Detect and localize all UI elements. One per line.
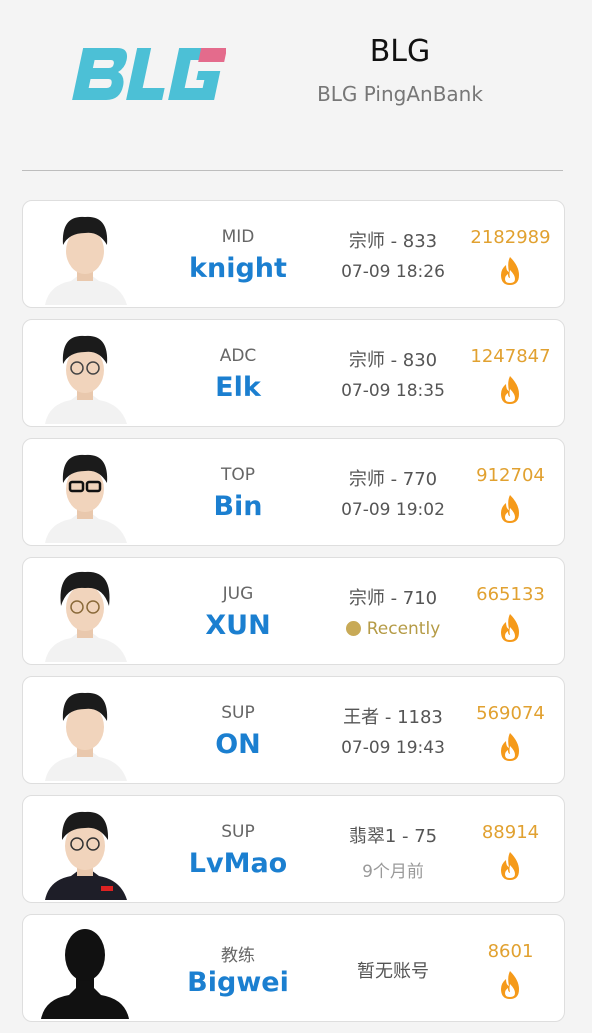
player-rank: 宗师 - 710 [348,588,438,609]
player-name[interactable]: knight [153,253,323,284]
player-avatar [39,562,131,662]
flame-icon [497,256,523,286]
team-logo [66,44,228,104]
flame-icon [497,970,523,1000]
player-role: SUP [221,703,255,723]
player-rank: 宗师 - 770 [348,469,438,490]
last-played-time: 9个月前 [362,862,424,882]
player-avatar-silhouette [39,919,131,1019]
player-avatar [39,800,131,900]
header-divider [22,170,563,171]
status-dot-icon [345,621,361,636]
hot-count: 8601 [487,941,534,962]
player-card[interactable]: SUP ON 王者 - 1183 07-09 19:43 569074 [22,676,565,784]
last-played-time: 07-09 18:26 [341,262,445,282]
team-header: BLG BLG PingAnBank [0,0,592,172]
last-played-time: 07-09 19:02 [341,500,445,520]
player-name[interactable]: XUN [153,610,323,641]
player-rank: 宗师 - 830 [348,350,438,371]
player-rank: 暂无账号 [357,961,429,982]
team-subtitle: BLG PingAnBank [317,82,483,106]
player-role: MID [221,227,255,247]
player-role: SUP [221,822,255,842]
player-list: MID knight 宗师 - 833 07-09 18:26 2182989 … [22,200,567,1033]
player-card[interactable]: MID knight 宗师 - 833 07-09 18:26 2182989 [22,200,565,308]
player-rank: 翡翠1 - 75 [348,826,438,847]
player-role: JUG [222,584,254,604]
flame-icon [497,375,523,405]
player-role: TOP [220,465,256,485]
player-card[interactable]: JUG XUN 宗师 - 710 Recently 665133 [22,557,565,665]
player-card[interactable]: TOP Bin 宗师 - 770 07-09 19:02 912704 [22,438,565,546]
flame-icon [497,613,523,643]
flame-icon [497,732,523,762]
last-played-time: Recently [323,619,463,639]
hot-count: 912704 [476,465,545,486]
flame-icon [497,851,523,881]
player-name[interactable]: ON [153,729,323,760]
player-rank: 王者 - 1183 [343,707,443,728]
player-name[interactable]: Bin [153,491,323,522]
player-avatar [39,205,131,305]
player-role: ADC [219,346,257,366]
player-card[interactable]: 教练 Bigwei 暂无账号 8601 [22,914,565,1022]
hot-count: 1247847 [470,346,551,367]
player-avatar [39,681,131,781]
hot-count: 2182989 [470,227,551,248]
hot-count: 569074 [476,703,545,724]
player-role: 教练 [221,946,255,966]
player-card[interactable]: ADC Elk 宗师 - 830 07-09 18:35 1247847 [22,319,565,427]
player-name[interactable]: LvMao [153,848,323,879]
team-name: BLG [369,34,431,69]
player-avatar [39,443,131,543]
player-name[interactable]: Elk [153,372,323,403]
player-card[interactable]: SUP LvMao 翡翠1 - 75 9个月前 88914 [22,795,565,903]
player-name[interactable]: Bigwei [153,967,323,998]
hot-count: 88914 [481,822,540,843]
last-played-time: 07-09 18:35 [341,381,445,401]
last-played-time: 07-09 19:43 [341,738,445,758]
flame-icon [497,494,523,524]
hot-count: 665133 [476,584,545,605]
player-rank: 宗师 - 833 [348,231,438,252]
recent-label: Recently [366,619,441,639]
player-avatar [39,324,131,424]
